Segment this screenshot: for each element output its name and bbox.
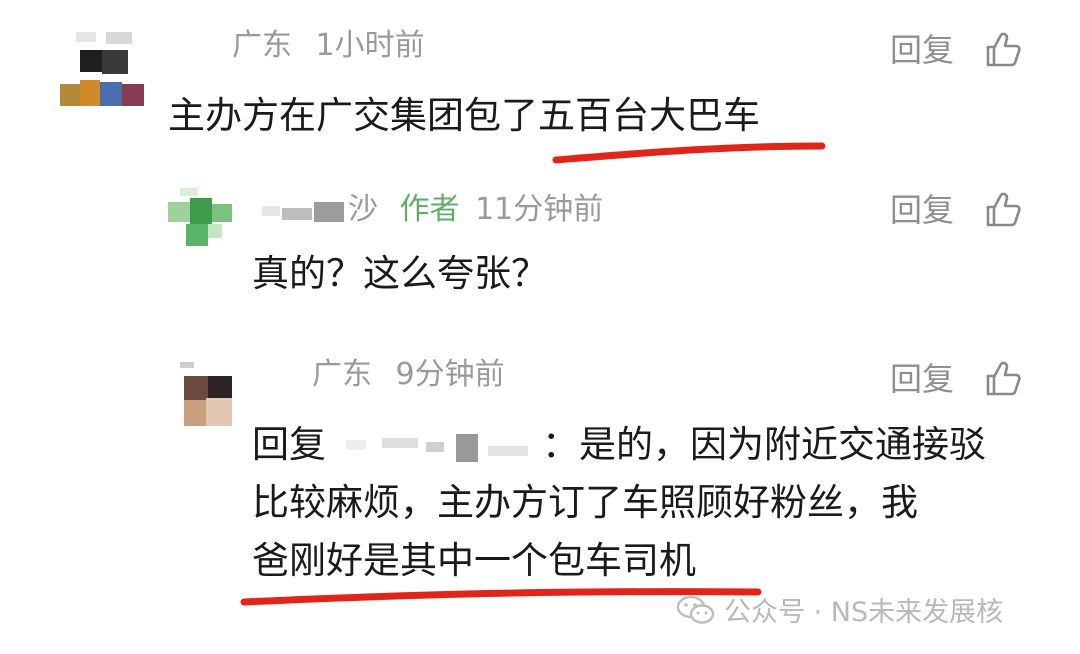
comment-actions: 回复 (890, 30, 1022, 70)
comment-text-plain: 主办方在广交集团包了 (168, 94, 538, 137)
reply-button[interactable]: 回复 (890, 190, 954, 230)
comment-meta: 广东 1小时前 (232, 26, 425, 66)
reply-button[interactable]: 回复 (890, 359, 954, 399)
reply-button[interactable]: 回复 (890, 30, 954, 70)
thumbs-up-icon[interactable] (984, 360, 1022, 398)
comment-location: 广东 (232, 28, 292, 63)
avatar[interactable] (58, 28, 148, 110)
wechat-icon (676, 595, 715, 624)
reply-prefix: 回复 (252, 423, 326, 466)
comment-actions: 回复 (890, 359, 1022, 399)
comment-time: 9分钟前 (395, 357, 505, 392)
comment-text: 主办方在广交集团包了五百台大巴车 (168, 87, 760, 145)
thumbs-up-icon[interactable] (984, 31, 1022, 69)
thumbs-up-icon[interactable] (984, 191, 1022, 229)
comment-text: 真的？这么夸张？ (252, 252, 548, 295)
blurred-username (262, 201, 344, 222)
watermark: 公众号 · NS未来发展核 (676, 590, 1003, 629)
author-tag: 作者 (399, 192, 460, 227)
avatar-image (58, 28, 148, 110)
avatar[interactable] (166, 186, 236, 252)
comment-location: 广东 (312, 357, 372, 392)
comment-text-line-2: 比较麻烦，主办方订了车照顾好粉丝，我 (252, 481, 918, 524)
comment-text-highlight: 五百台大巴车 (538, 94, 760, 137)
watermark-text: 公众号 · NS未来发展核 (724, 597, 1004, 628)
comment-time: 11分钟前 (475, 192, 604, 227)
red-underline (552, 142, 826, 164)
avatar-image (166, 186, 236, 252)
comment-text-line-1: 回复 ：是的，因为附近交通接驳 (252, 416, 986, 474)
username-partial: 沙 (348, 192, 378, 227)
reply-text: ：是的，因为附近交通接驳 (542, 423, 986, 466)
avatar[interactable] (180, 360, 236, 434)
avatar-image (180, 360, 236, 434)
comment-meta: 广东 9分钟前 (312, 355, 505, 395)
blurred-mention (346, 433, 528, 462)
comment-meta: 沙 作者 11分钟前 (262, 190, 603, 230)
comment-actions: 回复 (890, 190, 1022, 230)
comment-time: 1小时前 (315, 28, 425, 63)
